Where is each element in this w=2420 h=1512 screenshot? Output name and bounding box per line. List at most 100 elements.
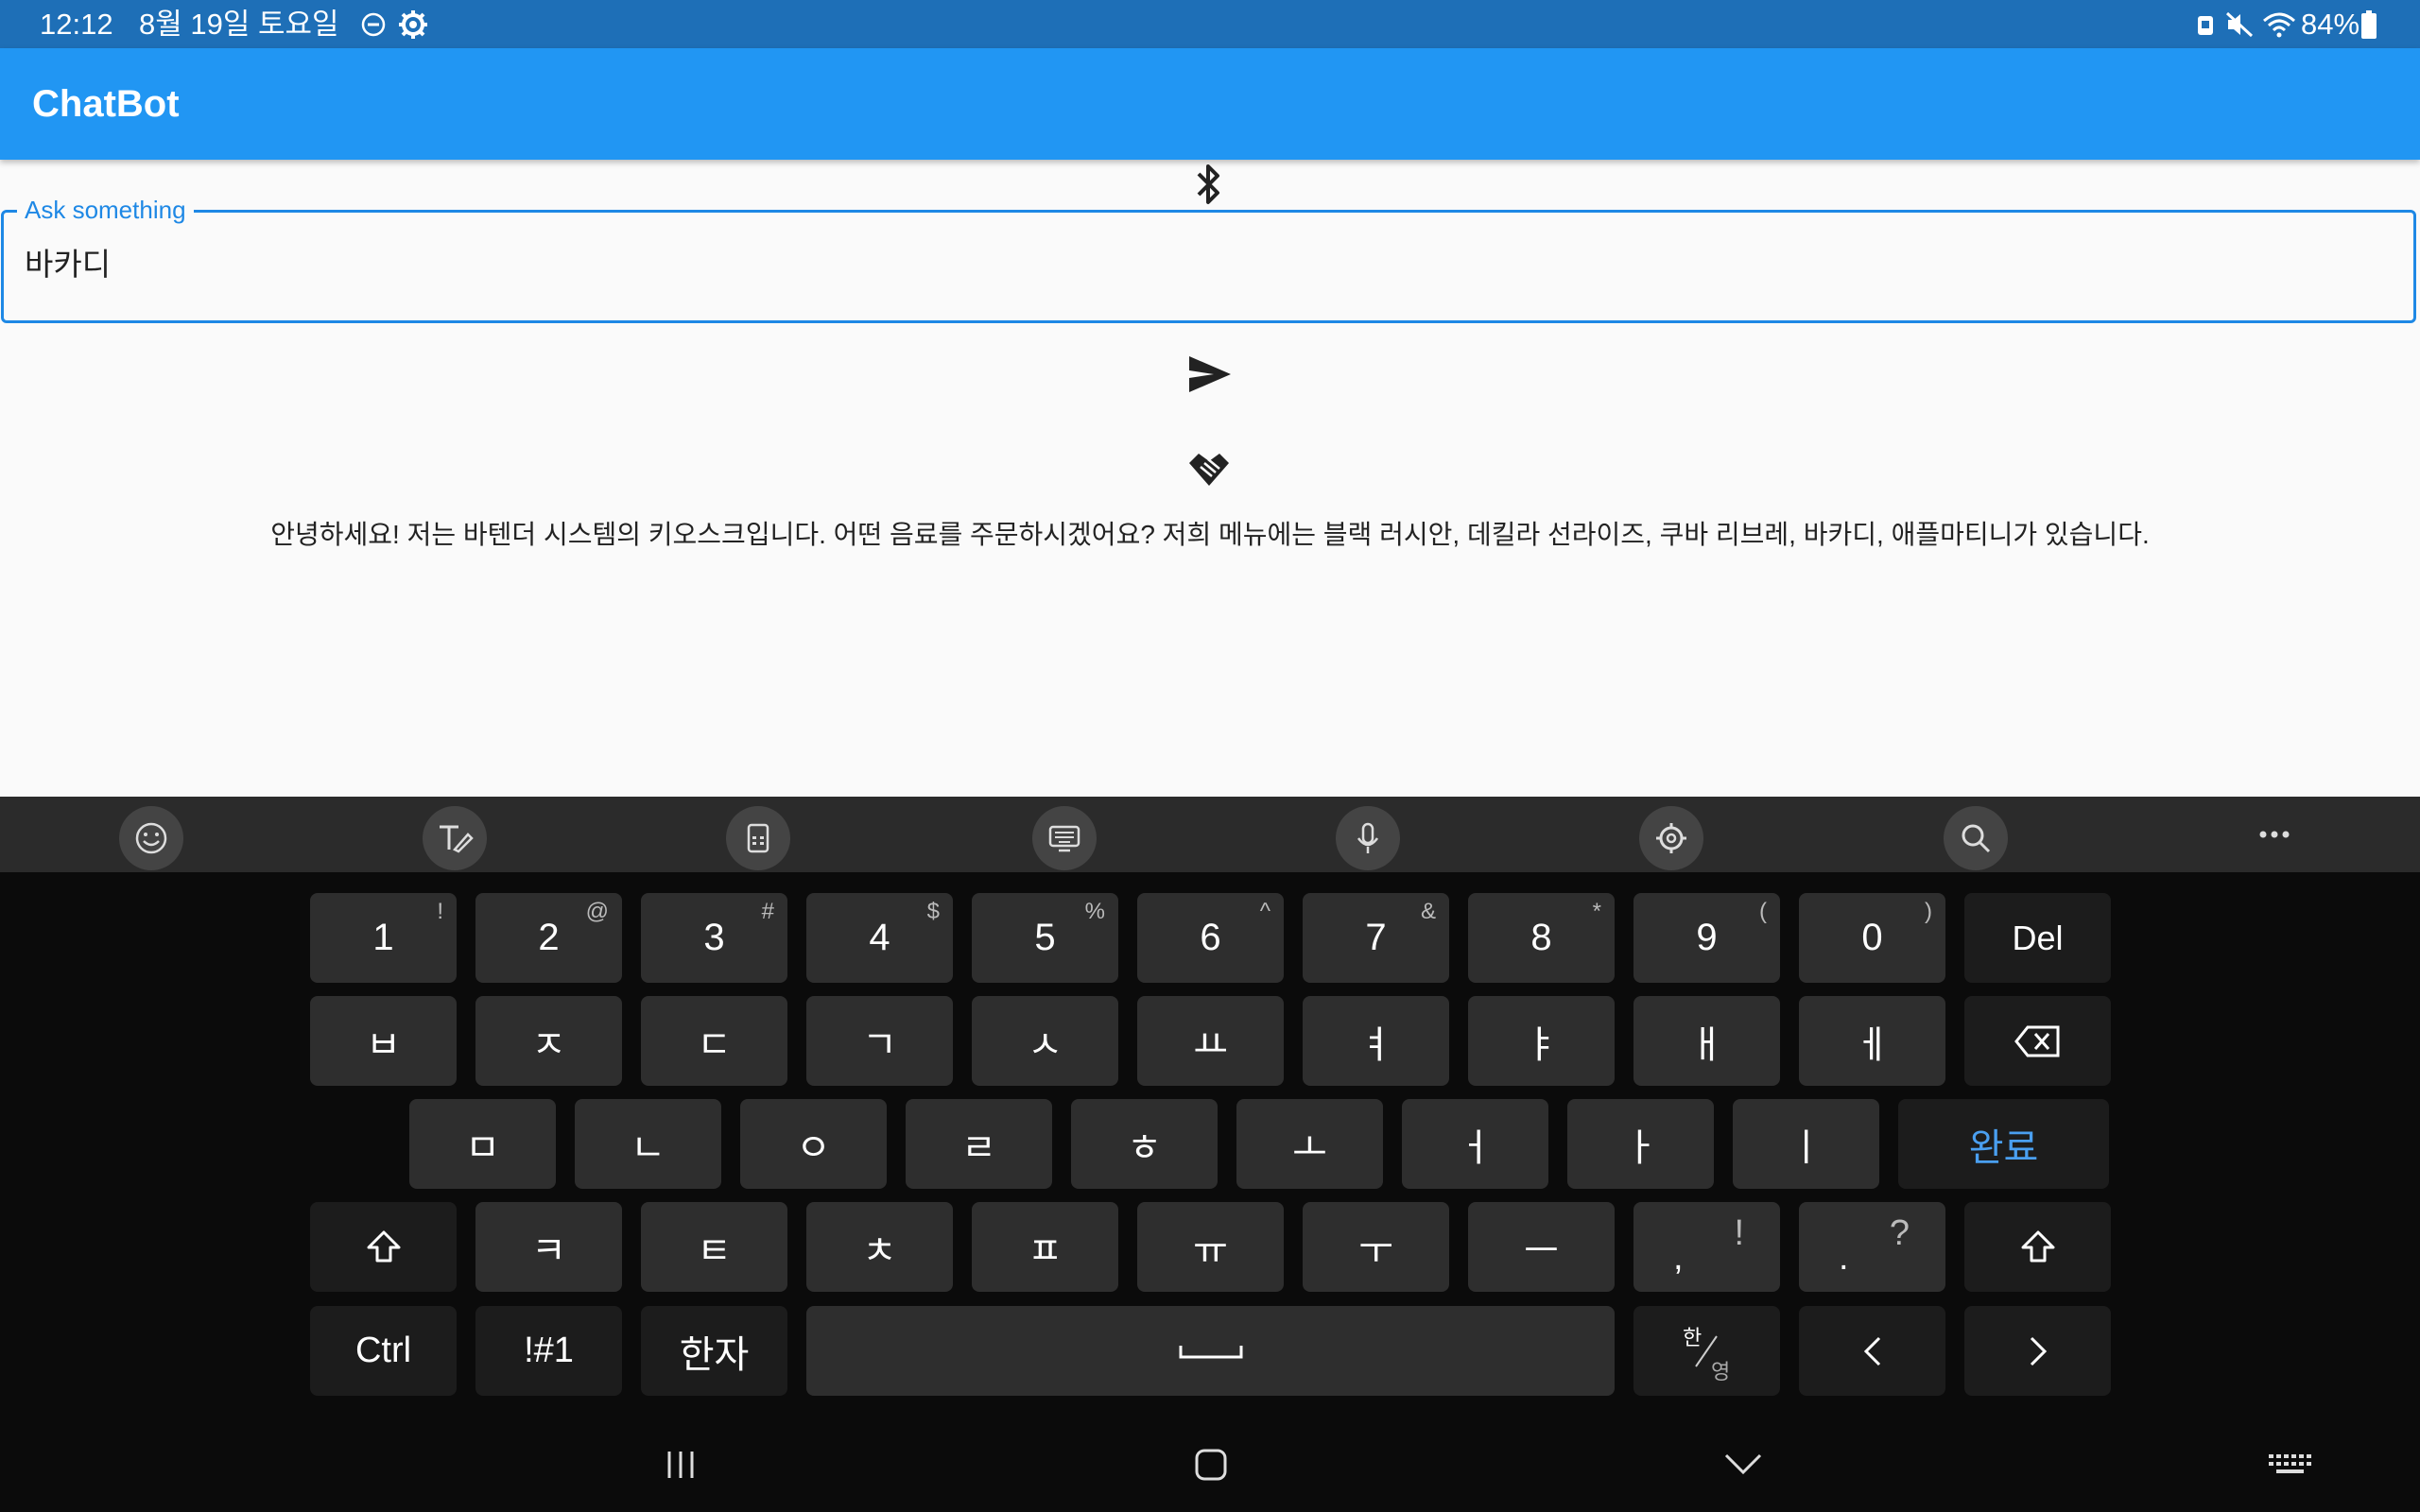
key-ㅛ[interactable]: ㅛ: [1137, 996, 1284, 1086]
key-label: ㅏ: [1623, 1126, 1658, 1169]
cursor-right-key[interactable]: [1964, 1306, 2111, 1396]
key-hint: @: [585, 899, 609, 924]
key-label: 2: [538, 917, 560, 958]
key-label: ,: [1673, 1238, 1684, 1278]
key-ㅠ[interactable]: ㅠ: [1137, 1202, 1284, 1292]
key-label: ㅛ: [1193, 1023, 1228, 1066]
shift-left-key[interactable]: [310, 1202, 457, 1292]
key-label: 3: [703, 917, 725, 958]
key-label: 한자: [679, 1333, 750, 1376]
key-label: 완료: [1968, 1126, 2039, 1169]
period-key[interactable]: .?: [1799, 1202, 1945, 1292]
key-label: 0: [1861, 917, 1883, 958]
key-ㅍ[interactable]: ㅍ: [972, 1202, 1118, 1292]
key-7[interactable]: 7 &: [1303, 893, 1449, 983]
wifi-icon: [2263, 12, 2295, 38]
one-hand-icon[interactable]: [726, 806, 790, 870]
key-hint: (: [1759, 899, 1767, 924]
key-ㅗ[interactable]: ㅗ: [1236, 1099, 1383, 1189]
key-ㅅ[interactable]: ㅅ: [972, 996, 1118, 1086]
ask-input[interactable]: [1, 210, 2416, 323]
key-hint: &: [1420, 899, 1436, 924]
key-hint: ): [1925, 899, 1932, 924]
gear-status-icon: [399, 10, 427, 39]
recent-apps-icon[interactable]: [662, 1446, 700, 1484]
key-label: ㄷ: [697, 1023, 732, 1066]
handwriting-icon[interactable]: [423, 806, 487, 870]
key-label: ㅎ: [1127, 1126, 1162, 1169]
do-not-disturb-icon: [361, 12, 386, 37]
key-label: ㅓ: [1458, 1126, 1493, 1169]
keyboard-switch-icon[interactable]: [2267, 1451, 2312, 1479]
backspace-icon: [2014, 1025, 2059, 1057]
key-ㅏ[interactable]: ㅏ: [1567, 1099, 1714, 1189]
key-ㅇ[interactable]: ㅇ: [740, 1099, 887, 1189]
search-icon[interactable]: [1944, 806, 2008, 870]
del-key[interactable]: Del: [1964, 893, 2111, 983]
key-ㅣ[interactable]: ㅣ: [1733, 1099, 1879, 1189]
key-label: 5: [1034, 917, 1056, 958]
mic-icon[interactable]: [1336, 806, 1400, 870]
key-label: ㅣ: [1789, 1126, 1824, 1169]
symbols-key[interactable]: !#1: [475, 1306, 622, 1396]
key-6[interactable]: 6 ^: [1137, 893, 1284, 983]
key-ㄹ[interactable]: ㄹ: [906, 1099, 1052, 1189]
key-label: 4: [869, 917, 890, 958]
key-ㅎ[interactable]: ㅎ: [1071, 1099, 1218, 1189]
key-label: ㅂ: [366, 1023, 401, 1066]
home-icon[interactable]: [1192, 1446, 1230, 1484]
key-ㅋ[interactable]: ㅋ: [475, 1202, 622, 1292]
key-ㄴ[interactable]: ㄴ: [575, 1099, 721, 1189]
more-icon[interactable]: [2256, 823, 2293, 846]
key-label: 1: [372, 917, 394, 958]
settings-icon[interactable]: [1639, 806, 1703, 870]
key-hint: ^: [1259, 899, 1270, 924]
key-ㅁ[interactable]: ㅁ: [409, 1099, 556, 1189]
emoji-icon[interactable]: [119, 806, 183, 870]
space-key[interactable]: [806, 1306, 1615, 1396]
key-ㄱ[interactable]: ㄱ: [806, 996, 953, 1086]
space-icon: [1179, 1345, 1242, 1358]
shift-right-key[interactable]: [1964, 1202, 2111, 1292]
key-ㅌ[interactable]: ㅌ: [641, 1202, 787, 1292]
key-ㅓ[interactable]: ㅓ: [1402, 1099, 1548, 1189]
language-switch-key[interactable]: 한영: [1634, 1306, 1780, 1396]
key-label: Del: [2012, 918, 2064, 957]
bluetooth-icon[interactable]: [1193, 163, 1223, 206]
key-label: ㅌ: [697, 1229, 732, 1272]
alarm-icon: [2198, 16, 2213, 35]
shift-icon: [367, 1230, 400, 1262]
key-ㄷ[interactable]: ㄷ: [641, 996, 787, 1086]
key-ㅑ[interactable]: ㅑ: [1468, 996, 1615, 1086]
key-4[interactable]: 4 $: [806, 893, 953, 983]
key-ㅊ[interactable]: ㅊ: [806, 1202, 953, 1292]
key-ㅜ[interactable]: ㅜ: [1303, 1202, 1449, 1292]
cursor-left-key[interactable]: [1799, 1306, 1945, 1396]
key-ㅂ[interactable]: ㅂ: [310, 996, 457, 1086]
key-ㅡ[interactable]: ㅡ: [1468, 1202, 1615, 1292]
key-ㅈ[interactable]: ㅈ: [475, 996, 622, 1086]
keyboard-layout-icon[interactable]: [1032, 806, 1097, 870]
hanja-key[interactable]: 한자: [641, 1306, 787, 1396]
key-ㅔ[interactable]: ㅔ: [1799, 996, 1945, 1086]
key-ㅕ[interactable]: ㅕ: [1303, 996, 1449, 1086]
key-label: ㄴ: [631, 1126, 666, 1169]
key-ㅐ[interactable]: ㅐ: [1634, 996, 1780, 1086]
key-0[interactable]: 0): [1799, 893, 1945, 983]
key-hint: $: [926, 899, 940, 924]
key-9[interactable]: 9(: [1634, 893, 1780, 983]
send-icon[interactable]: [1187, 354, 1233, 394]
key-2[interactable]: 2 @: [475, 893, 622, 983]
status-date: 8월 19일 토요일: [139, 8, 339, 41]
key-3[interactable]: 3 #: [641, 893, 787, 983]
ctrl-key[interactable]: Ctrl: [310, 1306, 457, 1396]
key-5[interactable]: 5%: [972, 893, 1118, 983]
key-label: ㅔ: [1855, 1023, 1890, 1066]
ask-input-value[interactable]: 바카디: [25, 244, 111, 285]
backspace-key[interactable]: [1964, 996, 2111, 1086]
key-1[interactable]: 1!: [310, 893, 457, 983]
key-8[interactable]: 8 *: [1468, 893, 1615, 983]
done-key[interactable]: 완료: [1898, 1099, 2109, 1189]
comma-key[interactable]: ,!: [1634, 1202, 1780, 1292]
hide-keyboard-icon[interactable]: [1722, 1446, 1764, 1484]
